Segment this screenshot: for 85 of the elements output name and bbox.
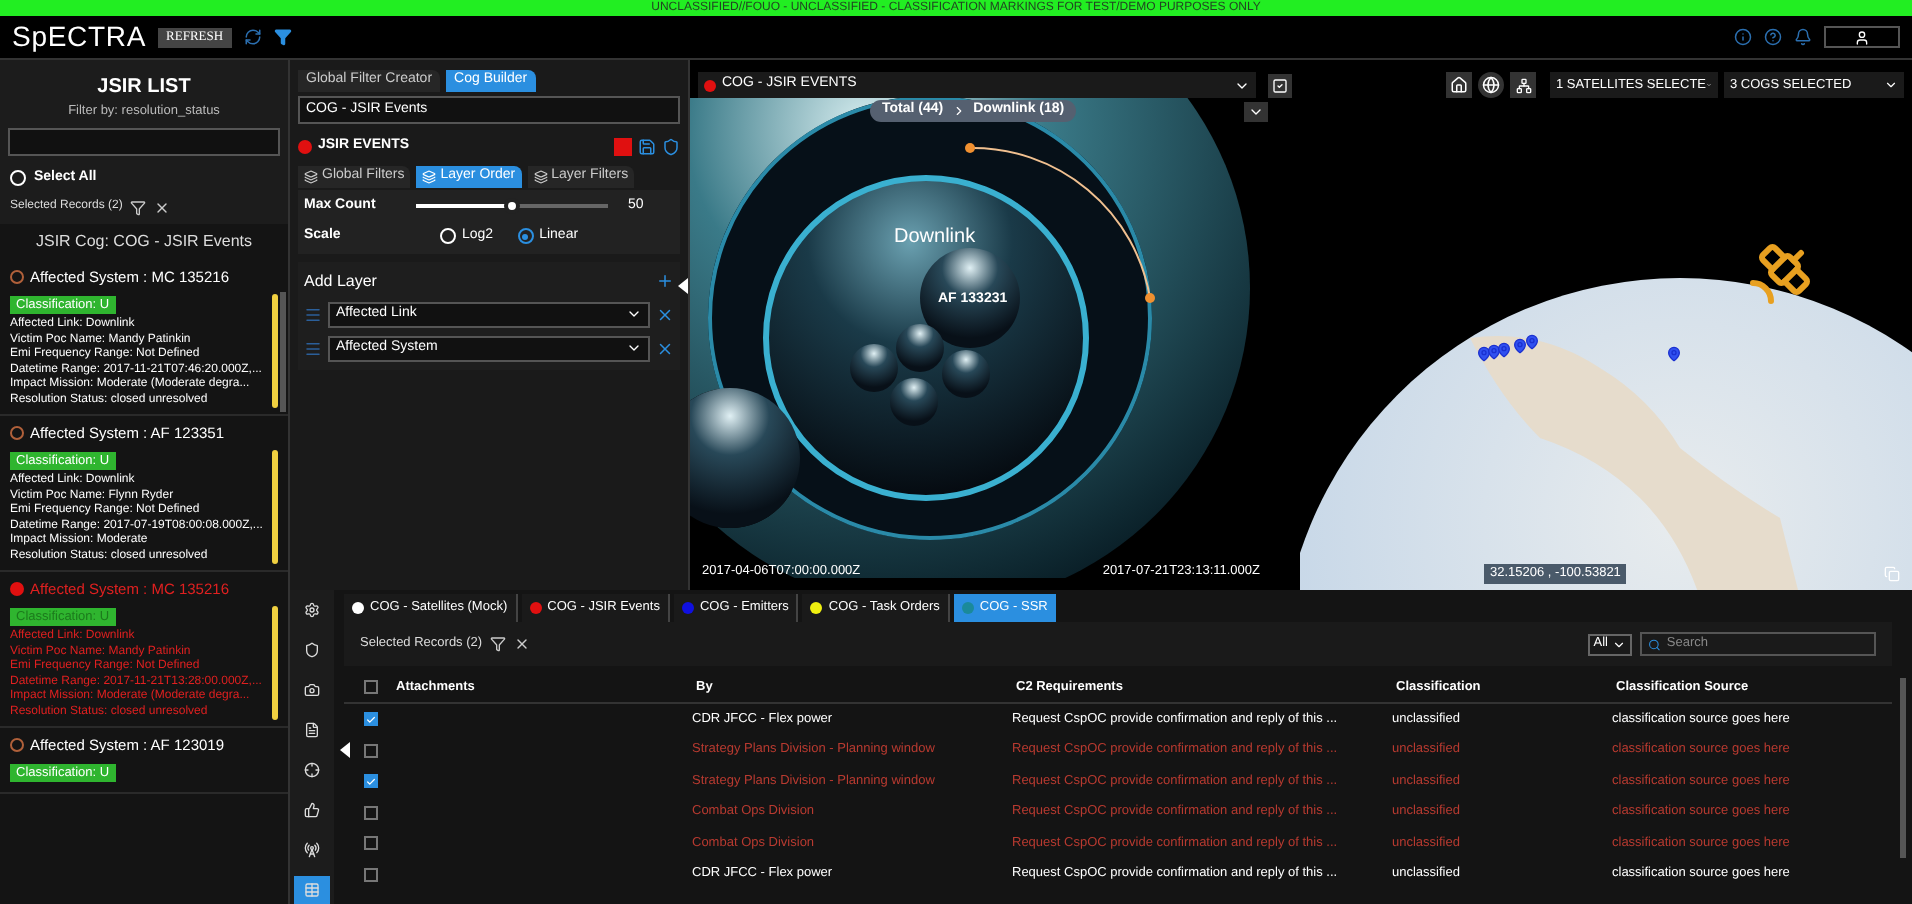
bubble[interactable]	[920, 248, 1020, 348]
scrollbar-thumb[interactable]	[1900, 678, 1906, 858]
expand-button[interactable]	[1244, 102, 1268, 122]
filter-icon[interactable]	[130, 199, 147, 216]
thumb-icon	[304, 802, 320, 818]
row-checkbox[interactable]	[364, 867, 378, 882]
remove-icon[interactable]	[656, 305, 674, 323]
satellite-icon[interactable]	[1744, 238, 1816, 310]
info-icon[interactable]	[1734, 28, 1752, 46]
filter-icon[interactable]	[273, 28, 292, 46]
status-bar	[272, 606, 278, 721]
record-radio[interactable]	[10, 270, 24, 285]
row-checkbox[interactable]	[364, 743, 378, 758]
scale-radio[interactable]	[517, 228, 534, 245]
chevron-right-icon	[951, 104, 966, 118]
map-pin-icon[interactable]	[1486, 344, 1502, 360]
collapse-caret-icon[interactable]	[340, 742, 350, 758]
globe-button[interactable]	[1478, 72, 1504, 98]
row-checkbox[interactable]	[364, 805, 378, 820]
search-icon	[1648, 637, 1661, 651]
add-icon[interactable]	[656, 272, 674, 290]
color-swatch[interactable]	[614, 137, 632, 156]
group-title: JSIR Cog: COG - JSIR Events	[33, 230, 255, 255]
user-button[interactable]	[1824, 26, 1900, 48]
chevron-down-icon	[1884, 78, 1898, 92]
map-pin-icon[interactable]	[1476, 346, 1492, 362]
clear-icon[interactable]	[154, 199, 171, 216]
row-checkbox[interactable]	[364, 774, 378, 789]
map-pin-icon[interactable]	[1524, 334, 1540, 350]
target-icon	[304, 762, 320, 778]
status-bar	[272, 294, 278, 409]
record-radio[interactable]	[10, 582, 24, 597]
bubble-group-label: Downlink	[894, 224, 976, 252]
chevron-down-icon	[1612, 637, 1626, 651]
record-radio[interactable]	[10, 426, 24, 441]
record-radio[interactable]	[10, 738, 24, 753]
app-logo: SpECTRA	[12, 18, 147, 56]
row-checkbox[interactable]	[364, 836, 378, 851]
toggle-button[interactable]	[1268, 73, 1292, 97]
shield-icon[interactable]	[662, 137, 680, 156]
home-button[interactable]	[1446, 72, 1472, 98]
filter-icon[interactable]	[490, 636, 507, 652]
home-icon	[1450, 76, 1468, 94]
drag-handle-icon[interactable]	[304, 305, 322, 323]
status-bar	[272, 450, 278, 565]
row-checkbox[interactable]	[364, 712, 378, 727]
filter-input[interactable]	[8, 127, 280, 156]
bubble[interactable]	[690, 388, 800, 528]
layers-icon	[422, 169, 437, 183]
map-pin-icon[interactable]	[1496, 342, 1512, 358]
network-button[interactable]	[1510, 72, 1536, 98]
checkbox-icon	[1272, 77, 1288, 93]
layers-icon	[304, 169, 318, 183]
help-icon[interactable]	[1764, 28, 1782, 46]
save-icon[interactable]	[638, 137, 656, 156]
table-icon	[304, 882, 320, 898]
user-icon	[1854, 29, 1870, 45]
bubble[interactable]	[896, 324, 944, 372]
camera-icon	[304, 682, 320, 698]
map-pin-icon[interactable]	[1512, 338, 1528, 354]
header-checkbox[interactable]	[364, 680, 378, 694]
shield-icon	[304, 642, 320, 658]
scrollbar-thumb[interactable]	[280, 292, 286, 412]
clear-icon[interactable]	[514, 636, 531, 652]
map-pin-icon[interactable]	[1666, 346, 1682, 362]
panel-title: JSIR LIST	[97, 74, 191, 102]
remove-icon[interactable]	[656, 339, 674, 357]
bubble[interactable]	[890, 378, 938, 426]
bubble[interactable]	[942, 350, 990, 398]
chevron-down-icon	[626, 306, 642, 322]
settings-icon	[304, 602, 320, 618]
chevron-down-icon	[626, 340, 642, 356]
bell-icon[interactable]	[1794, 28, 1812, 46]
select-all-radio[interactable]	[10, 170, 26, 186]
check-icon	[366, 775, 376, 788]
layers-icon	[533, 169, 548, 183]
bubble[interactable]	[850, 344, 898, 392]
drag-handle-icon[interactable]	[304, 339, 322, 357]
file-icon	[304, 722, 320, 738]
add-layer-label: Add Layer	[304, 269, 377, 293]
globe-icon	[1482, 76, 1500, 94]
sync-icon[interactable]	[243, 28, 262, 46]
network-icon	[1515, 77, 1531, 93]
tower-icon	[304, 842, 320, 858]
check-icon	[366, 713, 376, 726]
